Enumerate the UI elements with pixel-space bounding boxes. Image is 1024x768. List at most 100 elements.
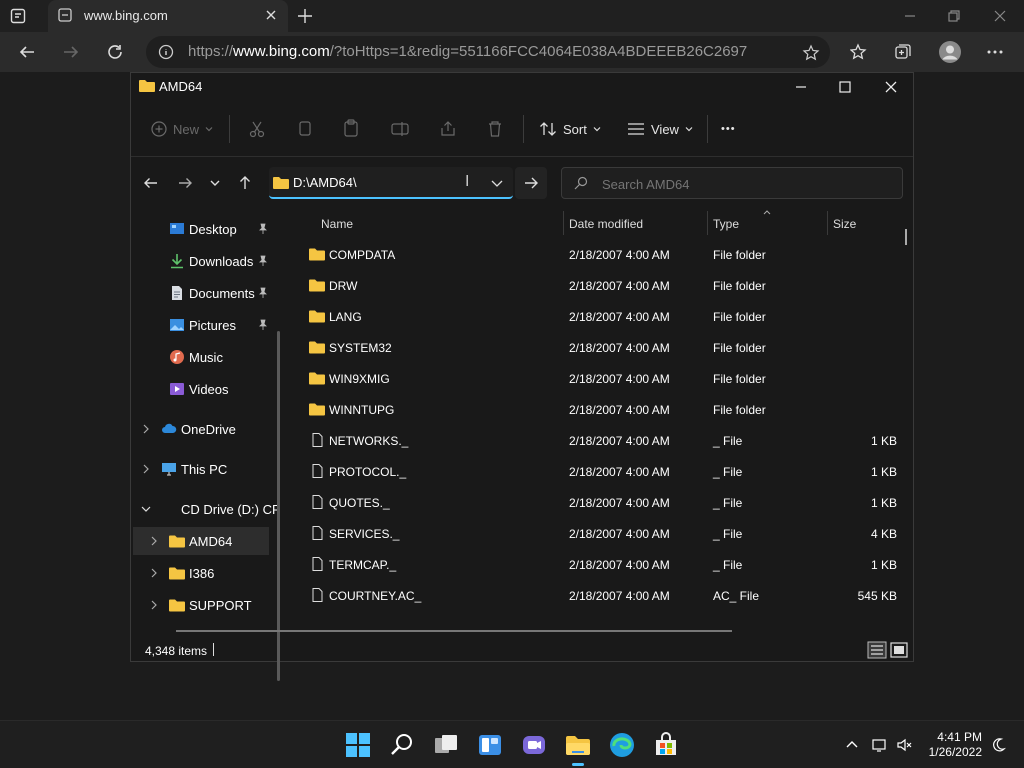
profile-avatar-icon[interactable] [938,40,962,64]
close-tab-icon[interactable] [264,8,278,22]
paste-icon[interactable] [343,117,359,141]
chevron-right-icon[interactable] [141,424,151,434]
file-row[interactable]: TERMCAP._ 2/18/2007 4:00 AM _ File 1 KB [287,549,907,580]
file-row[interactable]: NETWORKS._ 2/18/2007 4:00 AM _ File 1 KB [287,425,907,456]
file-date: 2/18/2007 4:00 AM [569,372,670,386]
column-header-date[interactable]: Date modified [569,217,643,231]
delete-icon[interactable] [487,117,503,141]
nav-item-pictures[interactable]: Pictures [131,311,277,339]
file-row[interactable]: SYSTEM32 2/18/2007 4:00 AM File folder [287,332,907,363]
start-windows-icon[interactable] [344,731,372,759]
favorites-icon[interactable] [850,43,868,61]
close-window-icon[interactable] [992,8,1008,24]
chevron-down-icon[interactable] [141,504,151,514]
close-window-icon[interactable] [883,79,899,95]
file-row[interactable]: COMPDATA 2/18/2007 4:00 AM File folder [287,239,907,270]
chevron-right-icon[interactable] [141,464,151,474]
focus-assist-moon-icon[interactable] [990,737,1006,753]
nav-item-i386[interactable]: I386 [133,559,269,587]
pin-icon[interactable] [257,255,269,267]
nav-item-cd-drive[interactable]: CD Drive (D:) CRI [131,495,277,523]
file-row[interactable]: DRW 2/18/2007 4:00 AM File folder [287,270,907,301]
path-dropdown-chevron-icon[interactable] [489,175,505,191]
chat-icon[interactable] [520,731,548,759]
back-icon[interactable] [143,175,159,191]
search-box[interactable] [561,167,903,199]
system-clock[interactable]: 4:41 PM 1/26/2022 [926,730,982,760]
pin-icon[interactable] [257,319,269,331]
volume-muted-icon[interactable] [896,737,912,753]
nav-item-amd64[interactable]: AMD64 [133,527,269,555]
refresh-icon[interactable] [106,43,124,61]
new-tab-icon[interactable] [296,7,314,25]
chevron-right-icon[interactable] [149,600,159,610]
file-row[interactable]: WINNTUPG 2/18/2007 4:00 AM File folder [287,394,907,425]
file-row[interactable]: WIN9XMIG 2/18/2007 4:00 AM File folder [287,363,907,394]
forward-icon[interactable] [62,43,80,61]
file-row[interactable]: COURTNEY.AC_ 2/18/2007 4:00 AM AC_ File 545… [287,580,907,611]
nav-item-videos[interactable]: Videos [131,375,277,403]
file-row[interactable]: SERVICES._ 2/18/2007 4:00 AM _ File 4 KB [287,518,907,549]
add-favorite-icon[interactable] [802,44,820,62]
minimize-icon[interactable] [902,8,918,24]
nav-item-thispc[interactable]: This PC [131,455,277,483]
widgets-icon[interactable] [476,731,504,759]
pin-icon[interactable] [257,223,269,235]
collections-icon[interactable] [894,43,912,61]
navigation-scrollbar[interactable] [277,331,280,681]
nav-item-onedrive[interactable]: OneDrive [131,415,277,443]
file-row[interactable]: PROTOCOL._ 2/18/2007 4:00 AM _ File 1 KB [287,456,907,487]
address-bar[interactable]: https://www.bing.com/?toHttps=1&redig=55… [146,36,830,68]
file-row[interactable]: LANG 2/18/2007 4:00 AM File folder [287,301,907,332]
search-icon[interactable] [388,731,416,759]
forward-icon[interactable] [177,175,193,191]
share-icon[interactable] [439,117,457,141]
site-info-icon[interactable] [158,44,174,60]
folder-icon [169,599,185,612]
chevron-right-icon[interactable] [149,568,159,578]
large-icons-view-icon[interactable] [889,641,909,659]
nav-item-support[interactable]: SUPPORT [133,591,269,619]
file-list-scrollbar[interactable] [905,229,907,245]
go-button[interactable] [515,167,547,199]
sort-button[interactable]: Sort [539,117,601,141]
nav-item-desktop[interactable]: Desktop [131,215,277,243]
nav-item-downloads[interactable]: Downloads [131,247,277,275]
details-view-icon[interactable] [867,641,887,659]
task-view-icon[interactable] [432,731,460,759]
store-icon[interactable] [652,731,680,759]
file-date: 2/18/2007 4:00 AM [569,310,670,324]
browser-tab[interactable]: www.bing.com [48,0,288,32]
recent-locations-chevron-icon[interactable] [209,175,221,191]
view-button[interactable]: View [627,117,693,141]
file-explorer-icon[interactable] [564,731,592,759]
back-icon[interactable] [18,43,36,61]
column-header-size[interactable]: Size [833,217,856,231]
cloud-icon [162,423,177,433]
network-icon[interactable] [872,737,888,753]
edge-browser-icon[interactable] [608,731,636,759]
minimize-icon[interactable] [793,79,809,95]
nav-item-music[interactable]: Music [131,343,277,371]
more-options-button[interactable]: ••• [721,117,736,141]
search-input[interactable] [600,174,880,194]
chevron-right-icon[interactable] [149,536,159,546]
settings-more-icon[interactable] [986,43,1004,61]
nav-item-documents[interactable]: Documents [131,279,277,307]
cut-icon[interactable] [249,117,265,141]
maximize-icon[interactable] [837,79,853,95]
tab-actions-icon[interactable] [10,8,26,24]
show-hidden-icons-chevron-icon[interactable] [844,737,860,753]
new-button[interactable]: New [151,117,213,141]
file-row[interactable]: QUOTES._ 2/18/2007 4:00 AM _ File 1 KB [287,487,907,518]
restore-icon[interactable] [946,8,962,24]
up-folder-icon[interactable] [237,175,253,191]
file-icon [312,464,323,478]
copy-icon[interactable] [297,117,313,141]
horizontal-scrollbar[interactable] [176,630,732,632]
rename-icon[interactable] [391,117,409,141]
column-header-name[interactable]: Name [321,217,353,231]
address-path-box[interactable]: D:\AMD64\ I [269,167,513,199]
column-header-type[interactable]: Type [713,217,739,231]
pin-icon[interactable] [257,287,269,299]
